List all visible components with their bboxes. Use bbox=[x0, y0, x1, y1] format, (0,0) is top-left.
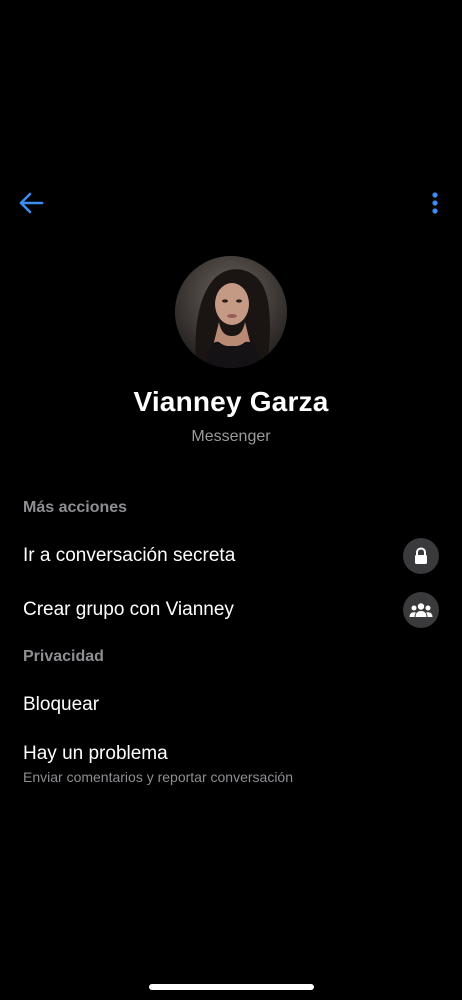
block-row[interactable]: Bloquear bbox=[0, 680, 462, 730]
secret-conversation-row[interactable]: Ir a conversación secreta bbox=[0, 531, 462, 581]
profile-subtitle: Messenger bbox=[191, 428, 271, 445]
report-problem-label: Hay un problema bbox=[23, 743, 168, 764]
section-header-privacy: Privacidad bbox=[23, 648, 104, 665]
back-button[interactable] bbox=[14, 186, 48, 220]
more-options-button[interactable] bbox=[428, 186, 442, 220]
secret-conversation-label: Ir a conversación secreta bbox=[23, 545, 236, 566]
report-problem-row[interactable]: Hay un problema Enviar comentarios y rep… bbox=[0, 729, 462, 791]
lock-icon bbox=[403, 538, 439, 574]
block-label: Bloquear bbox=[23, 694, 100, 715]
create-group-label: Crear grupo con Vianney bbox=[23, 599, 234, 620]
group-icon bbox=[403, 592, 439, 628]
top-bar bbox=[0, 186, 462, 220]
profile-photo bbox=[175, 256, 287, 368]
arrow-left-icon bbox=[19, 192, 44, 214]
section-header-more-actions: Más acciones bbox=[23, 499, 128, 516]
home-indicator[interactable] bbox=[149, 984, 314, 990]
avatar[interactable] bbox=[175, 256, 287, 368]
report-problem-subtitle: Enviar comentarios y reportar conversaci… bbox=[23, 769, 294, 785]
create-group-row[interactable]: Crear grupo con Vianney bbox=[0, 585, 462, 635]
more-vertical-icon bbox=[432, 192, 438, 214]
profile-name: Vianney Garza bbox=[133, 386, 329, 417]
